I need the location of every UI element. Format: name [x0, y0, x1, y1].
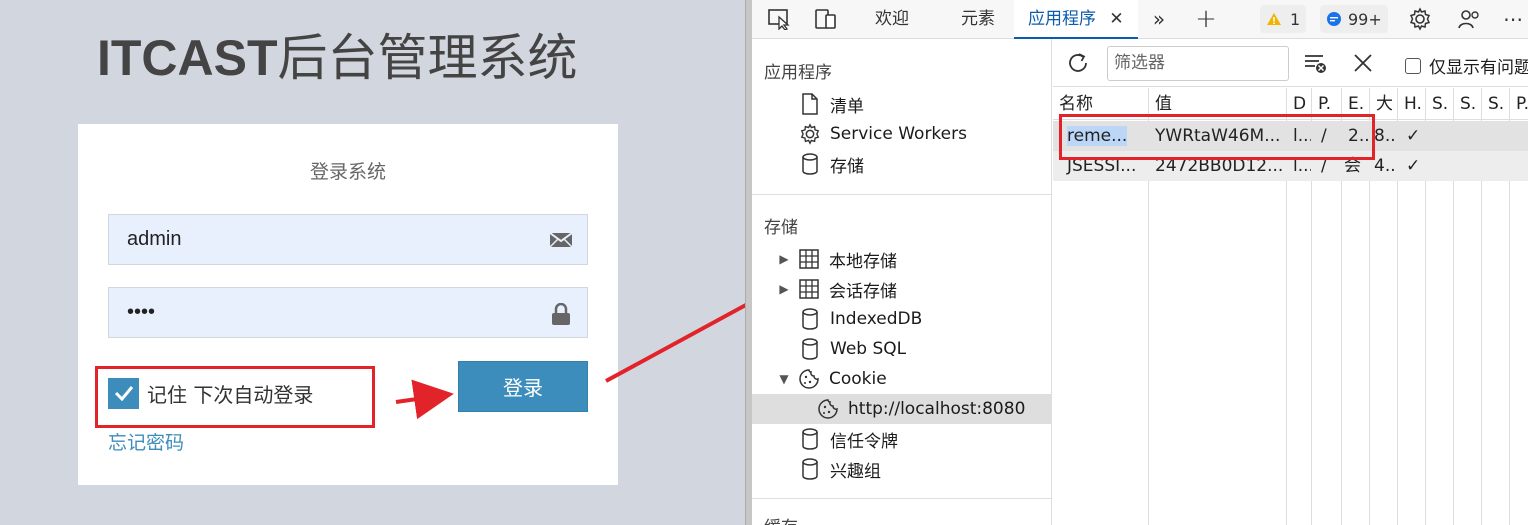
database-icon [798, 307, 822, 331]
tab-application[interactable]: 应用程序 ✕ [1014, 0, 1138, 39]
clear-all-icon[interactable] [1350, 50, 1376, 76]
login-button[interactable]: 登录 [458, 361, 588, 412]
username-field[interactable]: admin [108, 214, 588, 265]
password-field[interactable]: •••• [108, 287, 588, 338]
sidebar-item-storage[interactable]: 存储 [752, 149, 1051, 179]
messages-badge[interactable]: 99+ [1320, 5, 1388, 33]
device-emulation-icon[interactable] [813, 6, 839, 32]
sidebar-item-service-workers[interactable]: Service Workers [752, 119, 1051, 149]
warnings-count: 1 [1290, 9, 1301, 29]
warnings-badge[interactable]: 1 [1260, 5, 1307, 33]
column-header-secure[interactable]: S. [1426, 88, 1453, 120]
tab-elements[interactable]: 元素 [961, 0, 995, 39]
sidebar-item-label: Service Workers [830, 124, 967, 144]
sidebar-item-web-sql[interactable]: Web SQL [752, 334, 1051, 364]
cookies-panel: 筛选器 仅显示有问题 名称 值 D P. E. 大 H. S. S. S. P.… [1053, 39, 1528, 525]
more-options-icon[interactable]: ⋯ [1500, 6, 1526, 32]
filter-input[interactable]: 筛选器 [1107, 46, 1289, 81]
refresh-icon[interactable] [1065, 50, 1091, 76]
database-icon [798, 457, 822, 481]
database-icon [798, 427, 822, 451]
page-title: ITCAST后台管理系统 [97, 18, 578, 90]
filter-toolbar: 筛选器 仅显示有问题 [1053, 39, 1528, 87]
username-value: admin [127, 228, 182, 250]
devtools-panel: 欢迎 元素 应用程序 ✕ » + 1 99+ ⋯ 应用程序 清单 Service… [752, 0, 1528, 525]
split-divider[interactable] [745, 0, 752, 525]
expand-arrow-icon[interactable]: ▶ [777, 282, 791, 296]
sidebar-item-session-storage[interactable]: ▶ 会话存储 [752, 274, 1051, 304]
checkbox-box[interactable] [1405, 57, 1421, 74]
messages-count: 99+ [1348, 9, 1382, 29]
devtools-toolbar: 欢迎 元素 应用程序 ✕ » + 1 99+ ⋯ [752, 0, 1528, 39]
sidebar-item-label: 兴趣组 [830, 461, 881, 482]
lock-icon [549, 302, 573, 325]
sidebar-divider [752, 194, 1051, 195]
message-icon [1327, 12, 1341, 26]
sidebar-section-application: 应用程序 [764, 63, 832, 83]
sidebar-item-label: IndexedDB [830, 309, 923, 329]
sidebar-item-trust-tokens[interactable]: 信任令牌 [752, 424, 1051, 454]
database-icon [798, 337, 822, 361]
customize-icon[interactable] [1456, 6, 1482, 32]
database-icon [798, 152, 822, 176]
sidebar-section-storage: 存储 [764, 218, 798, 238]
password-value: •••• [127, 301, 156, 323]
annotation-box-remember [95, 366, 375, 428]
warning-icon [1267, 13, 1281, 25]
sidebar-item-cookie[interactable]: ▼ Cookie [752, 364, 1051, 394]
sidebar-item-indexeddb[interactable]: IndexedDB [752, 304, 1051, 334]
sidebar-divider [752, 498, 1051, 499]
gear-icon [798, 122, 822, 146]
column-header-samesite[interactable]: S. [1454, 88, 1481, 120]
sidebar-item-label: Web SQL [830, 339, 907, 359]
sidebar-item-manifest[interactable]: 清单 [752, 89, 1051, 119]
sidebar-item-label: 会话存储 [829, 281, 897, 302]
cell-httponly: ✓ [1406, 156, 1421, 176]
only-issues-checkbox[interactable]: 仅显示有问题 [1405, 53, 1528, 78]
cookie-icon [797, 367, 821, 391]
column-header-sameparty[interactable]: S. [1482, 88, 1509, 120]
cell-httponly: ✓ [1406, 126, 1421, 146]
clear-filtered-icon[interactable] [1303, 50, 1329, 76]
forgot-password-link[interactable]: 忘记密码 [108, 428, 184, 455]
sidebar-item-local-storage[interactable]: ▶ 本地存储 [752, 244, 1051, 274]
login-page: ITCAST后台管理系统 登录系统 admin •••• 记住 下次自动登录 登… [0, 0, 745, 525]
sidebar-item-label: 信任令牌 [830, 431, 898, 452]
application-sidebar: 应用程序 清单 Service Workers 存储 存储 ▶ 本地存储 ▶ 会… [752, 39, 1052, 525]
more-tabs-icon[interactable]: » [1146, 6, 1172, 32]
login-box: 登录系统 admin •••• 记住 下次自动登录 登录 忘记密码 [78, 124, 618, 485]
grid-icon [797, 277, 821, 301]
inspect-element-icon[interactable] [766, 6, 792, 32]
sidebar-item-label: 本地存储 [829, 251, 897, 272]
sidebar-section-cache: 缓存 [764, 513, 798, 525]
sidebar-item-interest-groups[interactable]: 兴趣组 [752, 454, 1051, 484]
sidebar-item-label: http://localhost:8080 [848, 399, 1026, 419]
title-cn: 后台管理系统 [277, 29, 578, 87]
title-latin: ITCAST [97, 30, 278, 86]
only-issues-label: 仅显示有问题 [1429, 58, 1528, 78]
column-header-httponly[interactable]: H. [1398, 88, 1425, 120]
sidebar-item-label: 清单 [830, 96, 864, 117]
close-tab-icon[interactable]: ✕ [1109, 9, 1123, 29]
gear-icon[interactable] [1407, 6, 1433, 32]
add-tab-icon[interactable]: + [1193, 4, 1219, 34]
tab-welcome[interactable]: 欢迎 [875, 0, 909, 39]
envelope-icon [549, 230, 573, 250]
expand-arrow-icon[interactable]: ▶ [777, 252, 791, 266]
document-icon [798, 92, 822, 116]
annotation-box-cookie [1059, 114, 1375, 160]
login-box-title: 登录系统 [309, 161, 386, 183]
sidebar-item-label: 存储 [830, 156, 864, 177]
tab-application-label: 应用程序 [1028, 9, 1096, 29]
grid-icon [797, 247, 821, 271]
column-header-priority[interactable]: P. [1510, 88, 1528, 120]
sidebar-item-label: Cookie [829, 369, 887, 389]
collapse-arrow-icon[interactable]: ▼ [777, 372, 791, 386]
sidebar-item-cookie-origin[interactable]: http://localhost:8080 [752, 394, 1051, 424]
cookie-icon [816, 397, 840, 421]
